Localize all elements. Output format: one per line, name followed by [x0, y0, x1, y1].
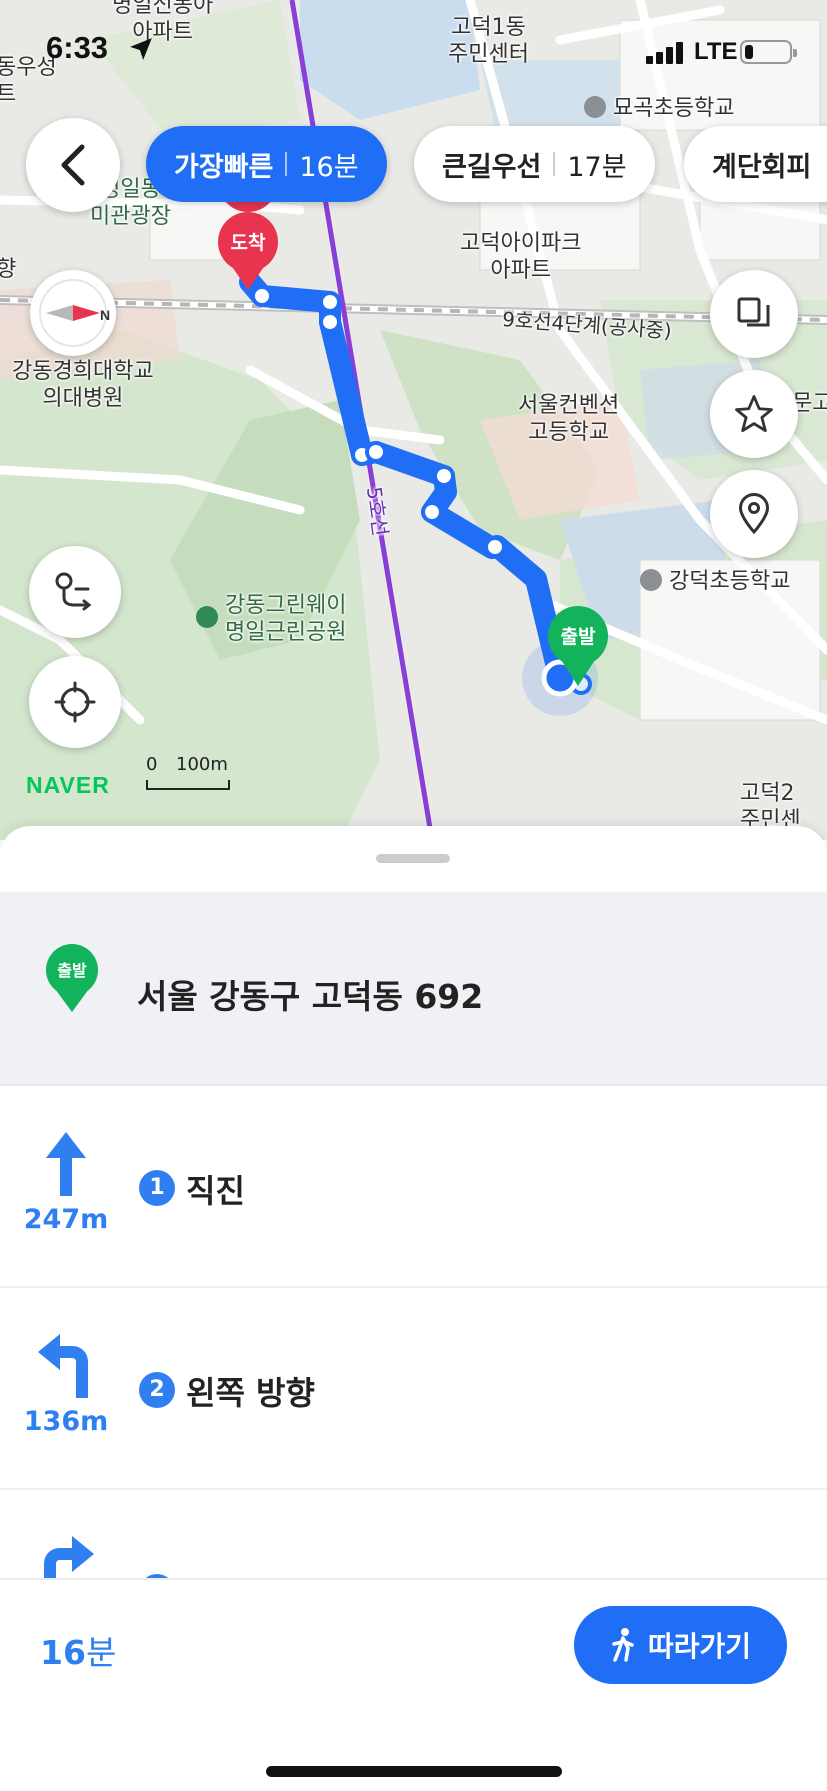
map-label-hospital: 강동경희대학교 의대병원	[12, 359, 154, 411]
route-settings-button[interactable]	[29, 546, 121, 638]
crosshair-icon	[54, 681, 96, 723]
step-number: 1	[139, 1170, 175, 1206]
location-pin-icon	[738, 493, 770, 535]
back-button[interactable]	[26, 118, 120, 212]
compass-button[interactable]: N	[30, 270, 116, 356]
current-location-button[interactable]	[29, 656, 121, 748]
layers-icon	[737, 297, 770, 327]
route-icon	[55, 572, 92, 611]
status-bar: 6:33 LTE	[0, 0, 827, 100]
step-distance: 247m	[23, 1204, 109, 1235]
sheet-handle[interactable]	[376, 854, 450, 863]
bottom-action-bar: 16분 따라가기	[0, 1578, 827, 1791]
svg-text:출발: 출발	[57, 961, 87, 980]
route-option-big-road[interactable]: 큰길우선 17분	[414, 126, 655, 202]
favorite-button[interactable]	[710, 370, 798, 458]
walking-icon	[612, 1628, 634, 1662]
direction-step[interactable]: 136m 2 왼쪽 방향	[0, 1288, 827, 1490]
naver-logo: NAVER	[26, 772, 110, 798]
school-icon	[640, 569, 662, 591]
svg-text:N: N	[100, 307, 110, 323]
direction-step[interactable]: 247m 1 직진	[0, 1086, 827, 1288]
compass-icon: N	[39, 279, 110, 347]
battery-icon	[740, 40, 797, 64]
map-label-edge-mid: 향	[0, 257, 17, 282]
location-arrow-icon	[130, 38, 152, 60]
map-view[interactable]: 명일신동아 아파트 고덕1동 주민센터 묘곡초등학교 명일동 미관광장 고덕아이…	[0, 0, 827, 840]
map-label-greenway-park: 강동그린웨이 명일근린공원	[196, 592, 346, 646]
park-icon	[196, 606, 218, 628]
clock: 6:33	[46, 30, 109, 65]
route-option-fastest[interactable]: 가장빠른 16분	[146, 126, 387, 202]
place-button[interactable]	[710, 470, 798, 558]
total-time: 16분	[40, 1633, 117, 1672]
step-distance: 136m	[23, 1406, 109, 1437]
turn-left-icon	[38, 1334, 88, 1398]
origin-marker[interactable]: 출발	[549, 622, 607, 649]
map-label-godeok-ipark: 고덕아이파크 아파트	[460, 231, 582, 283]
step-instruction: 직진	[186, 1172, 245, 1210]
start-address: 서울 강동구 고덕동 692	[137, 977, 484, 1016]
step-instruction: 왼쪽 방향	[186, 1374, 315, 1412]
start-pin-icon: 출발	[46, 944, 98, 1012]
directions-sheet[interactable]: 출발 서울 강동구 고덕동 692 247m 1 직진 136m 2 왼쪽 방향…	[0, 826, 827, 1791]
step-number: 2	[139, 1372, 175, 1408]
arrow-up-icon	[46, 1132, 86, 1196]
map-label-convention-hs: 서울컨벤션 고등학교	[518, 393, 620, 445]
destination-marker[interactable]: 도착	[219, 228, 277, 255]
map-label-gangdeok-school: 강덕초등학교	[640, 568, 790, 595]
map-background	[0, 0, 827, 840]
layers-button[interactable]	[710, 270, 798, 358]
home-indicator	[266, 1766, 562, 1777]
network-type: LTE	[694, 38, 738, 65]
start-location-row[interactable]: 출발 서울 강동구 고덕동 692	[0, 892, 827, 1086]
signal-icon	[646, 42, 683, 64]
star-icon	[735, 395, 773, 433]
route-option-avoid-stairs[interactable]: 계단회피	[684, 126, 827, 202]
chevron-left-icon	[61, 144, 85, 186]
follow-button[interactable]: 따라가기	[574, 1606, 787, 1684]
